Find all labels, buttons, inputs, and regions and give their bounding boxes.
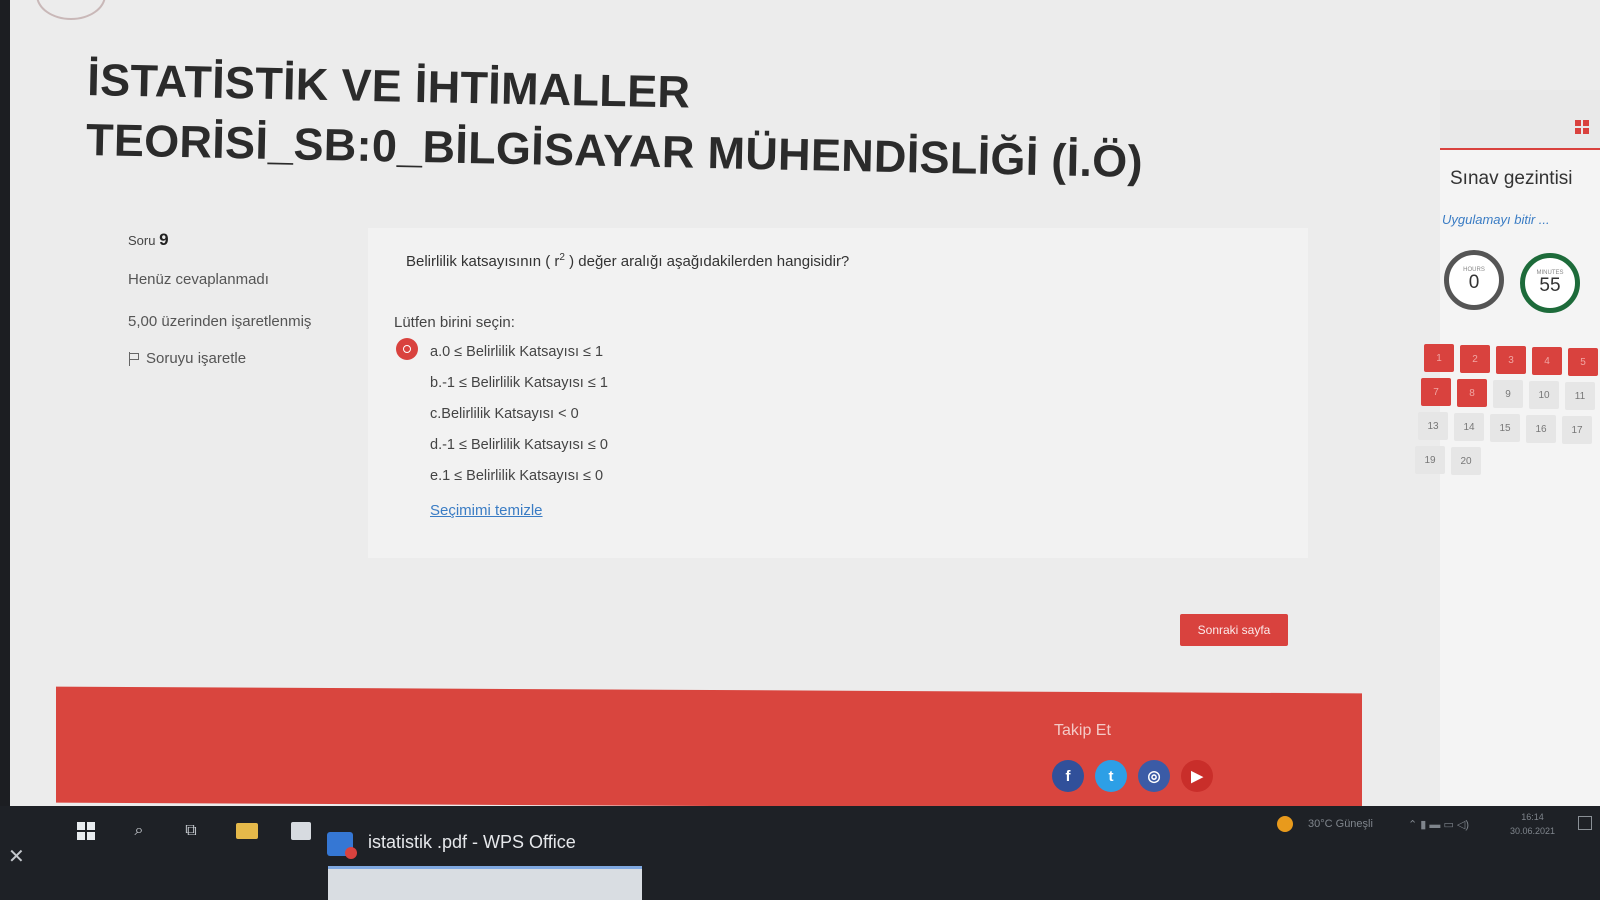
quiz-nav-question-19[interactable]: 19 (1415, 446, 1445, 474)
page-title: İSTATİSTİK VE İHTİMALLER TEORİSİ_SB:0_Bİ… (85, 53, 1144, 188)
flag-question-link[interactable]: Soruyu işaretle (128, 350, 338, 367)
question-number: Soru 9 (128, 230, 338, 250)
quiz-nav-question-8[interactable]: 8 (1457, 379, 1487, 407)
timer-hours: HOURS 0 (1444, 250, 1504, 310)
university-logo (36, 0, 106, 20)
system-tray-icons[interactable]: ⌃ ▮ ▬ ▭ ◁) (1408, 818, 1469, 831)
timer-minutes: MINUTES 55 (1520, 253, 1580, 313)
question-content: Belirlilik katsayısının ( r2 ) değer ara… (368, 228, 1308, 558)
taskbar-app-thumbnail[interactable] (328, 866, 642, 900)
answer-label: d.-1 ≤ Belirlilik Katsayısı ≤ 0 (430, 436, 608, 453)
quiz-nav-question-2[interactable]: 2 (1460, 345, 1490, 373)
taskbar-app-label[interactable]: istatistik .pdf - WPS Office (368, 832, 576, 853)
radio-icon[interactable] (396, 431, 418, 453)
quiz-nav-question-10[interactable]: 10 (1529, 381, 1559, 409)
radio-selected-icon[interactable] (396, 338, 418, 360)
flag-question-label: Soruyu işaretle (146, 350, 247, 367)
monitor-screen: İSTATİSTİK VE İHTİMALLER TEORİSİ_SB:0_Bİ… (0, 0, 1600, 900)
youtube-icon[interactable]: ▶ (1181, 760, 1213, 792)
quiz-nav-question-13[interactable]: 13 (1418, 412, 1448, 440)
quiz-nav-question-3[interactable]: 3 (1496, 346, 1526, 374)
quiz-navigation-title: Sınav gezintisi (1450, 168, 1573, 189)
answer-option-a[interactable]: a.0 ≤ Belirlilik Katsayısı ≤ 1 (394, 336, 608, 367)
answer-label: b.-1 ≤ Belirlilik Katsayısı ≤ 1 (430, 374, 608, 391)
search-icon[interactable]: ⌕ (128, 820, 150, 842)
quiz-nav-question-7[interactable]: 7 (1421, 378, 1451, 406)
answer-option-d[interactable]: d.-1 ≤ Belirlilik Katsayısı ≤ 0 (394, 429, 608, 460)
quiz-nav-question-16[interactable]: 16 (1526, 415, 1556, 443)
instagram-icon[interactable]: ◎ (1138, 760, 1170, 792)
clear-choice-link[interactable]: Seçimimi temizle (430, 502, 543, 519)
facebook-icon[interactable]: f (1052, 760, 1084, 792)
notification-icon[interactable] (1578, 816, 1592, 830)
clock-date: 30.06.2021 (1510, 826, 1556, 836)
quiz-nav-question-11[interactable]: 11 (1565, 382, 1595, 410)
grid-icon[interactable] (1575, 120, 1589, 134)
clock-time: 16:14 (1521, 812, 1544, 822)
quiz-nav-question-14[interactable]: 14 (1454, 413, 1484, 441)
radio-icon[interactable] (396, 400, 418, 422)
quiz-nav-question-4[interactable]: 4 (1532, 347, 1562, 375)
close-icon[interactable]: ✕ (8, 844, 25, 869)
quiz-nav-question-1[interactable]: 1 (1424, 344, 1454, 372)
answer-label: c.Belirlilik Katsayısı < 0 (430, 405, 579, 422)
answer-option-e[interactable]: e.1 ≤ Belirlilik Katsayısı ≤ 0 (394, 460, 608, 491)
answer-label: a.0 ≤ Belirlilik Katsayısı ≤ 1 (430, 343, 604, 360)
question-grade: 5,00 üzerinden işaretlenmiş (128, 313, 312, 330)
quiz-nav-question-17[interactable]: 17 (1562, 416, 1592, 444)
windows-start-icon[interactable] (75, 820, 97, 842)
follow-label: Takip Et (1054, 722, 1111, 739)
weather-text[interactable]: 30°C Güneşli (1308, 818, 1373, 830)
question-label: Soru (128, 233, 156, 248)
question-status: Henüz cevaplanmadı (128, 271, 269, 288)
quiz-nav-question-20[interactable]: 20 (1451, 447, 1481, 475)
next-page-button[interactable]: Sonraki sayfa (1180, 614, 1288, 646)
question-text-before: Belirlilik katsayısının ( r (406, 253, 560, 270)
flag-icon (128, 351, 140, 366)
answer-label: e.1 ≤ Belirlilik Katsayısı ≤ 0 (430, 467, 604, 484)
answer-option-c[interactable]: c.Belirlilik Katsayısı < 0 (394, 398, 608, 429)
wps-office-icon[interactable] (327, 832, 357, 859)
quiz-nav-question-15[interactable]: 15 (1490, 414, 1520, 442)
store-icon[interactable] (290, 820, 312, 842)
radio-icon[interactable] (396, 369, 418, 391)
answer-list: a.0 ≤ Belirlilik Katsayısı ≤ 1 b.-1 ≤ Be… (394, 336, 608, 491)
question-text-after: ) değer aralığı aşağıdakilerden hangisid… (564, 253, 850, 270)
question-info-panel: Soru 9 Henüz cevaplanmadı 5,00 üzerinden… (128, 230, 338, 367)
quiz-nav-question-5[interactable]: 5 (1568, 348, 1598, 376)
radio-icon[interactable] (396, 462, 418, 484)
quiz-nav-question-9[interactable]: 9 (1493, 380, 1523, 408)
question-number-value: 9 (159, 230, 169, 249)
timer-minutes-value: 55 (1539, 275, 1561, 296)
task-view-icon[interactable]: ⧉ (180, 820, 202, 842)
answer-option-b[interactable]: b.-1 ≤ Belirlilik Katsayısı ≤ 1 (394, 367, 608, 398)
weather-sun-icon[interactable] (1277, 816, 1293, 832)
file-explorer-icon[interactable] (236, 820, 258, 842)
social-links: f t ◎ ▶ (1052, 760, 1213, 792)
finish-attempt-link[interactable]: Uygulamayı bitir ... (1442, 212, 1550, 227)
answer-prompt: Lütfen birini seçin: (394, 314, 515, 331)
question-text: Belirlilik katsayısının ( r2 ) değer ara… (406, 252, 849, 270)
timer-hours-value: 0 (1468, 272, 1480, 293)
twitter-icon[interactable]: t (1095, 760, 1127, 792)
taskbar-clock[interactable]: 16:14 30.06.2021 (1510, 810, 1555, 838)
